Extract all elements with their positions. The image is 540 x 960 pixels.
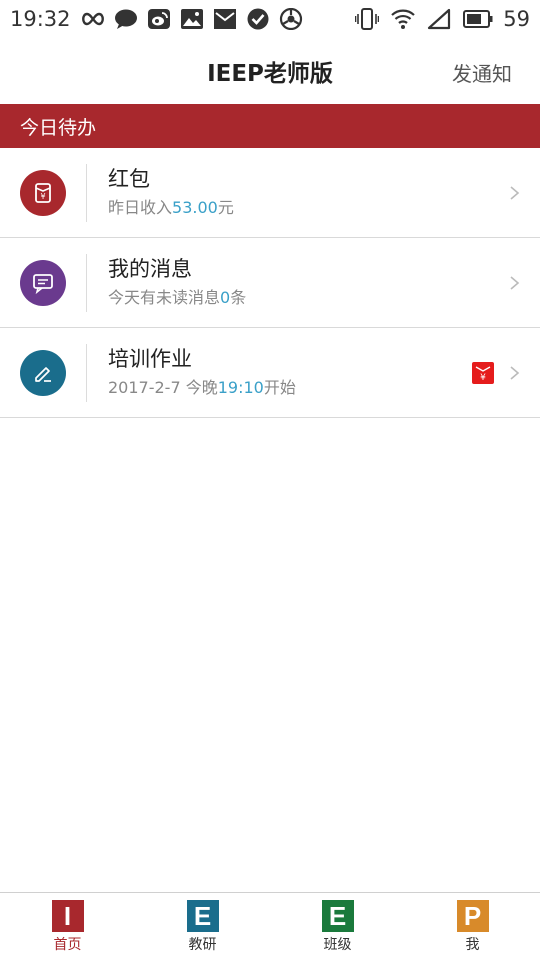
subtitle-prefix: 今天有未读消息 [108,288,221,307]
sync-icon [279,8,303,30]
nav-label: 首页 [53,937,82,953]
item-divider [86,254,87,312]
mail-icon [213,8,237,30]
item-subtitle: 昨日收入53.00元 [108,196,234,220]
app-header: IEEP老师版 发通知 [0,38,540,104]
nav-item-home[interactable]: I 首页 [0,893,135,960]
ieep-logo-e-icon: E [186,900,219,932]
bottom-nav: I 首页 E 教研 E 班级 P 我 [0,892,540,960]
chevron-right-icon [510,366,520,380]
chevron-right-icon [510,276,520,290]
list-item-red-envelope[interactable]: ¥ 红包 昨日收入53.00元 [0,148,540,238]
infinity-icon [81,8,105,30]
signal-icon [427,8,451,30]
subtitle-suffix: 开始 [263,378,296,397]
notification-icons [81,8,303,30]
svg-text:¥: ¥ [480,373,486,383]
item-divider [86,164,87,222]
svg-text:¥: ¥ [40,192,45,201]
subtitle-suffix: 元 [217,198,234,217]
item-texts: 我的消息 今天有未读消息0条 [108,254,246,310]
status-time: 19:32 [10,7,71,31]
edit-pencil-icon [20,350,66,396]
section-header-today-todo: 今日待办 [0,104,540,148]
subtitle-suffix: 条 [230,288,247,307]
item-divider [86,344,87,402]
image-icon [180,8,204,30]
ieep-logo-i-icon: I [51,900,84,932]
battery-icon [463,8,493,30]
subtitle-highlight: 19:10 [217,378,264,397]
item-texts: 红包 昨日收入53.00元 [108,164,234,220]
list-item-training-homework[interactable]: 培训作业 2017-2-7 今晚19:10开始 ¥ [0,328,540,418]
system-icons: 59 [355,7,530,31]
subtitle-highlight: 53.00 [172,198,218,217]
item-subtitle: 2017-2-7 今晚19:10开始 [108,376,296,400]
subtitle-highlight: 0 [220,288,231,307]
message-icon [20,260,66,306]
nav-label: 班级 [323,937,352,953]
vibrate-icon [355,8,380,30]
nav-label: 教研 [188,937,217,953]
ieep-logo-p-icon: P [456,900,489,932]
status-bar: 19:32 59 [0,0,540,38]
item-subtitle: 今天有未读消息0条 [108,286,246,310]
chevron-right-icon [510,186,520,200]
item-texts: 培训作业 2017-2-7 今晚19:10开始 [108,344,296,400]
subtitle-prefix: 昨日收入 [108,198,173,217]
section-title: 今日待办 [20,116,97,139]
send-notification-button[interactable]: 发通知 [452,58,512,87]
battery-level: 59 [503,7,530,31]
nav-item-teaching-research[interactable]: E 教研 [135,893,270,960]
page-title: IEEP老师版 [207,61,333,87]
item-title: 培训作业 [108,347,192,371]
list-item-my-messages[interactable]: 我的消息 今天有未读消息0条 [0,238,540,328]
todo-list: ¥ 红包 昨日收入53.00元 我的消息 今天有未读消息0条 培训作业 2017… [0,148,540,418]
red-envelope-icon: ¥ [20,170,66,216]
weibo-icon [147,8,171,30]
item-title: 红包 [108,167,150,191]
red-envelope-badge-icon: ¥ [472,362,494,384]
item-title: 我的消息 [108,257,192,281]
chat-bubble-icon [114,8,138,30]
ieep-logo-e-icon: E [321,900,354,932]
nav-label: 我 [465,937,480,953]
nav-item-class[interactable]: E 班级 [270,893,405,960]
subtitle-prefix: 2017-2-7 今晚 [108,378,218,397]
check-circle-icon [246,8,270,30]
nav-item-me[interactable]: P 我 [405,893,540,960]
wifi-icon [391,8,416,30]
